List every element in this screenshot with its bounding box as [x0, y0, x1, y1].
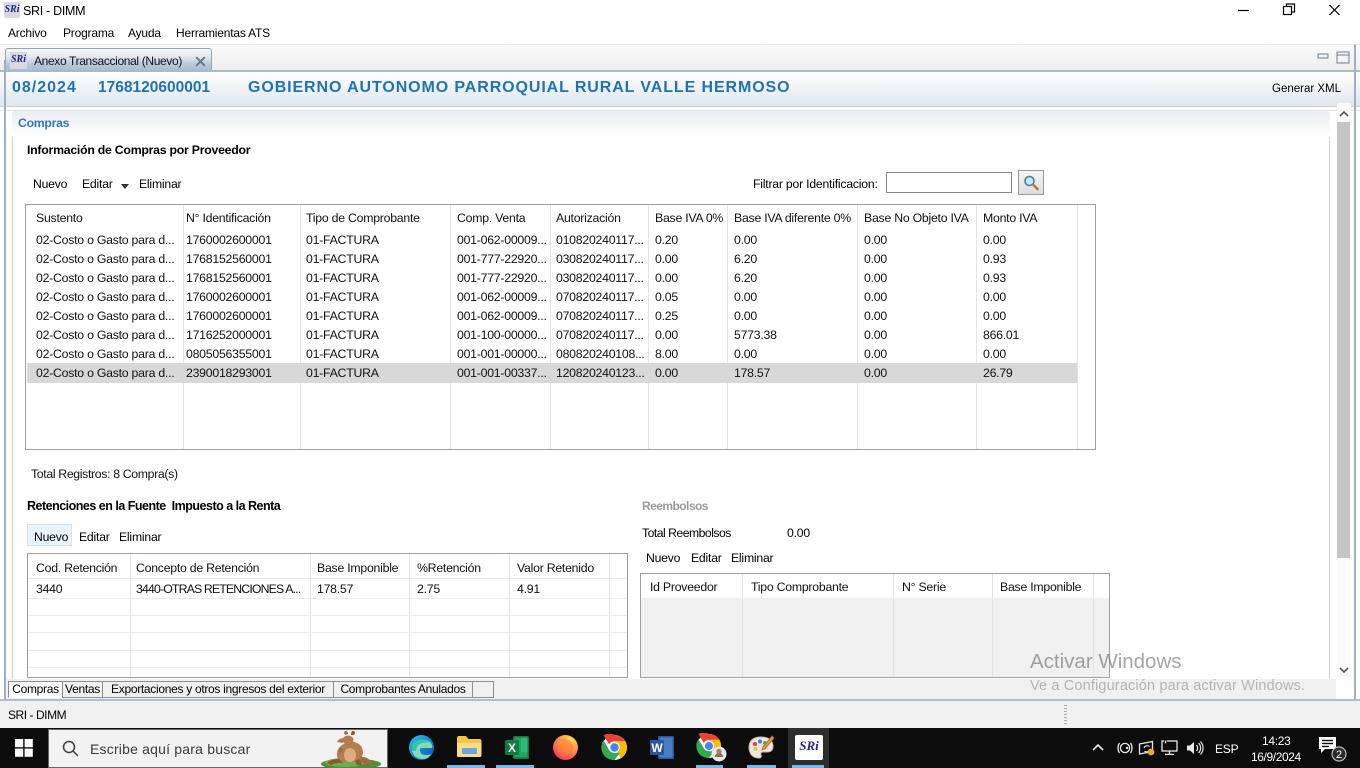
svg-text:W: W: [651, 741, 663, 755]
svg-text:X: X: [508, 741, 516, 755]
svg-text:2: 2: [1336, 749, 1342, 761]
